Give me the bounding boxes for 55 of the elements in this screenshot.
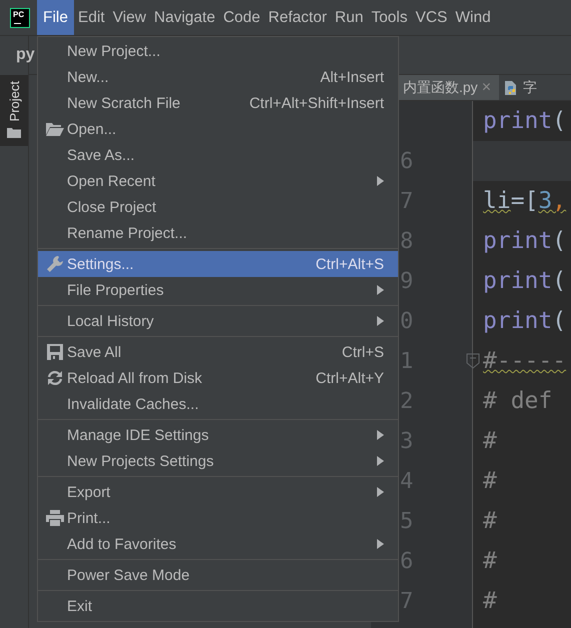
- editor-tab[interactable]: 内置函数.py ×: [399, 75, 500, 100]
- menu-item[interactable]: Exit: [38, 593, 398, 619]
- menu-bar-item[interactable]: View: [108, 0, 150, 35]
- menu-item[interactable]: Save All Ctrl+S: [38, 339, 398, 365]
- code-line: #: [483, 468, 497, 494]
- menu-item[interactable]: Reload All from Disk Ctrl+Alt+Y: [38, 365, 398, 391]
- folder-icon: [7, 127, 21, 138]
- menu-item[interactable]: New Scratch File Ctrl+Alt+Shift+Insert: [38, 90, 398, 116]
- wrench-icon: [46, 255, 64, 273]
- menu-item[interactable]: New... Alt+Insert: [38, 64, 398, 90]
- code-line: print(: [483, 108, 566, 134]
- menu-item[interactable]: File Properties: [38, 277, 398, 303]
- project-name: py: [16, 46, 35, 64]
- tool-window-tab[interactable]: Project: [0, 75, 28, 146]
- menu-bar-item[interactable]: Refactor: [264, 0, 331, 35]
- menu-item[interactable]: Local History: [38, 308, 398, 334]
- menu-item[interactable]: Open...: [38, 116, 398, 142]
- code-line: print(: [483, 228, 566, 254]
- code-line: #-----: [483, 348, 566, 374]
- menu-item[interactable]: Print...: [38, 505, 398, 531]
- printer-icon: [46, 510, 64, 526]
- menu-item[interactable]: Rename Project...: [38, 220, 398, 246]
- code-line: #: [483, 428, 497, 454]
- menu-item[interactable]: Power Save Mode: [38, 562, 398, 588]
- menu-item[interactable]: New Projects Settings: [38, 448, 398, 474]
- menu-bar-item[interactable]: Navigate: [150, 0, 220, 35]
- reload-icon: [46, 370, 62, 386]
- code-line: print(: [483, 308, 566, 334]
- code-line: li=[3,: [483, 188, 566, 214]
- menu-item[interactable]: Settings... Ctrl+Alt+S: [38, 251, 398, 277]
- code-line: #: [483, 548, 497, 574]
- code-line: #: [483, 588, 497, 614]
- folder-icon: [46, 122, 64, 136]
- menu-bar-item[interactable]: Run: [330, 0, 368, 35]
- fold-marker-icon[interactable]: [466, 353, 480, 369]
- menu-bar-item[interactable]: Edit: [74, 0, 109, 35]
- menu-bar-item[interactable]: Code: [219, 0, 264, 35]
- menu-item[interactable]: Invalidate Caches...: [38, 391, 398, 417]
- menu-item[interactable]: Close Project: [38, 194, 398, 220]
- menu-bar-item[interactable]: File: [37, 0, 74, 35]
- menu-item[interactable]: Open Recent: [38, 168, 398, 194]
- menu-item[interactable]: Add to Favorites: [38, 531, 398, 557]
- menu-item[interactable]: Export: [38, 479, 398, 505]
- menu-item[interactable]: New Project...: [38, 38, 398, 64]
- save-icon: [46, 344, 62, 360]
- editor-tab[interactable]: 字: [499, 75, 546, 100]
- menu-item[interactable]: Manage IDE Settings: [38, 422, 398, 448]
- code-line: print(: [483, 268, 566, 294]
- code-line: # def: [483, 388, 552, 414]
- menu-bar-item[interactable]: VCS: [412, 0, 452, 35]
- menu-bar-item[interactable]: Tools: [367, 0, 412, 35]
- code-line: #: [483, 508, 497, 534]
- app-logo-icon: PC: [10, 8, 30, 28]
- menu-item[interactable]: Save As...: [38, 142, 398, 168]
- menu-bar-item[interactable]: Wind: [451, 0, 495, 35]
